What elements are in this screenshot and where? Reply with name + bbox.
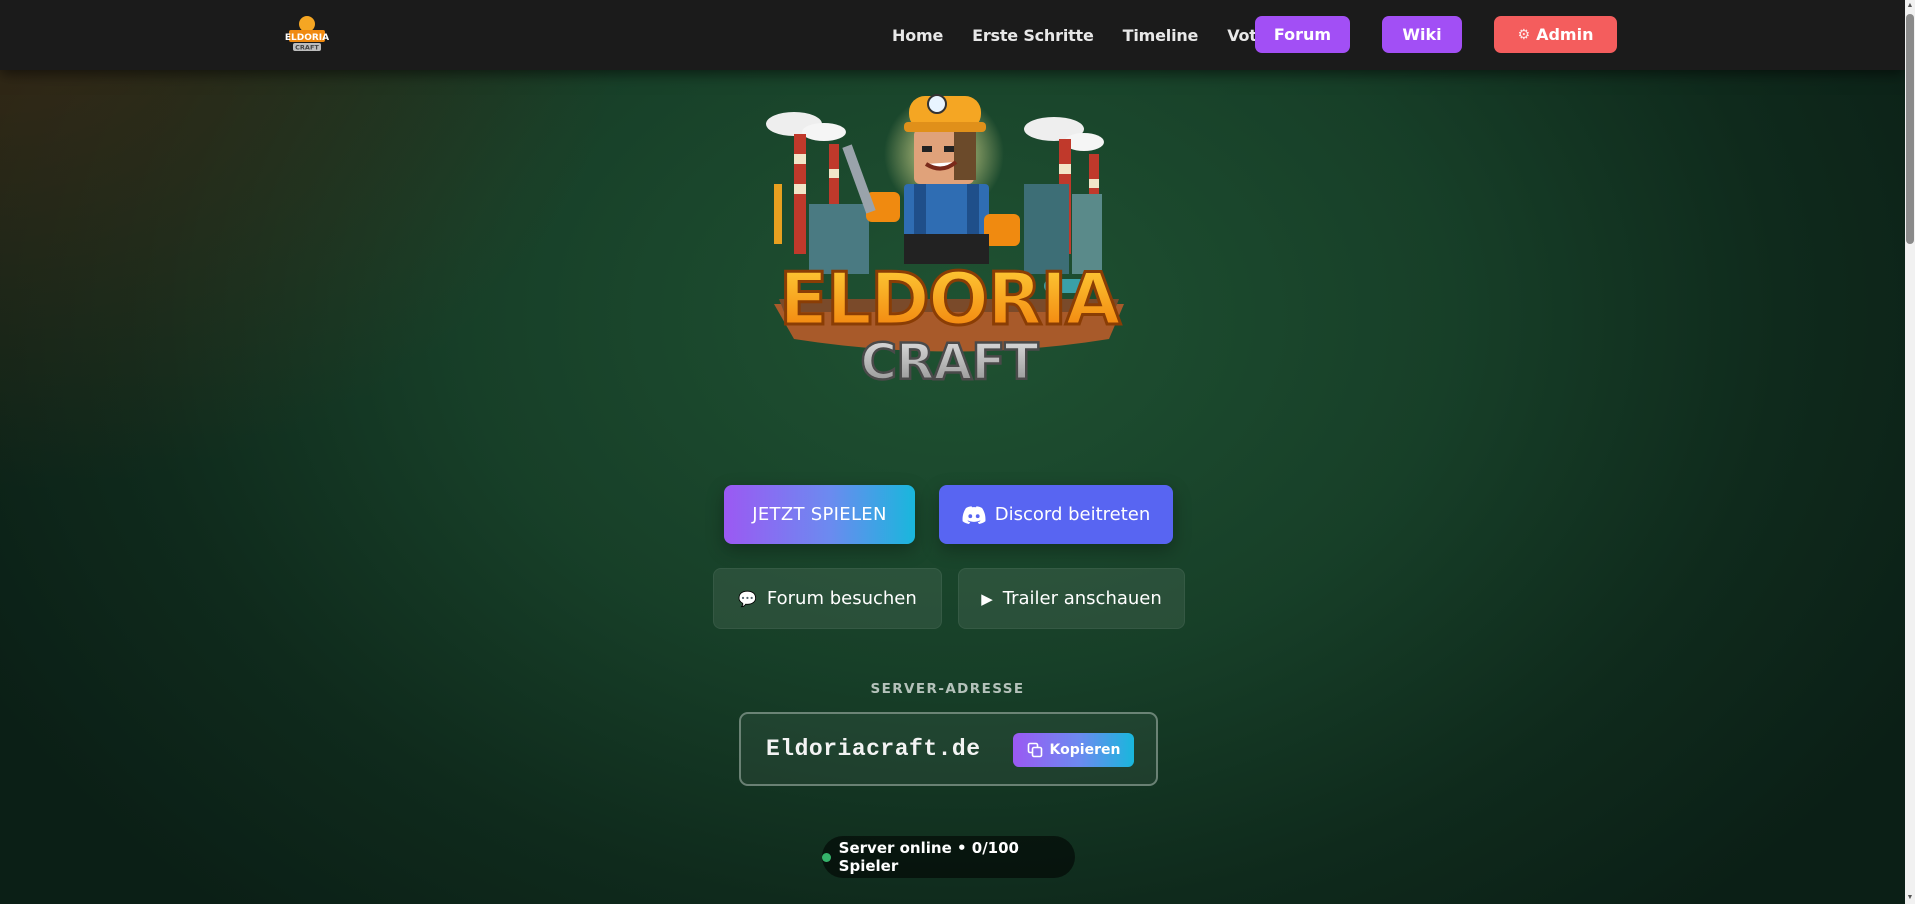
server-address-text[interactable]: Eldoriacraft.de	[766, 736, 981, 762]
site-logo[interactable]: ELDORIA CRAFT	[283, 14, 331, 56]
speech-bubble-icon: 💬	[738, 589, 757, 608]
scroll-down-arrow-icon[interactable]: ▼	[1906, 893, 1914, 903]
nav-erste-schritte[interactable]: Erste Schritte	[972, 26, 1094, 45]
copy-icon	[1027, 742, 1042, 758]
nav-wiki-button[interactable]: Wiki	[1382, 16, 1462, 53]
logo-craft-text: CRAFT	[860, 333, 1038, 391]
discord-icon	[962, 505, 986, 524]
scrollbar-thumb[interactable]	[1906, 14, 1914, 244]
page-scrollbar[interactable]: ▲ ▼	[1905, 0, 1915, 904]
server-address-box: Eldoriacraft.de Kopieren	[739, 712, 1158, 786]
play-icon: ▶	[981, 589, 993, 608]
online-indicator	[822, 852, 831, 862]
nav-timeline[interactable]: Timeline	[1123, 26, 1199, 45]
server-status-text: Server online • 0/100 Spieler	[838, 839, 1019, 875]
scroll-up-arrow-icon[interactable]: ▲	[1906, 1, 1914, 11]
svg-text:CRAFT: CRAFT	[295, 44, 319, 52]
forum-visit-label: Forum besuchen	[766, 588, 917, 609]
play-now-button[interactable]: JETZT SPIELEN	[724, 485, 915, 544]
svg-text:ELDORIA: ELDORIA	[285, 33, 329, 43]
copy-label: Kopieren	[1049, 742, 1121, 758]
nav-admin-button[interactable]: ⚙ Admin	[1494, 16, 1617, 53]
top-navbar: ELDORIA CRAFT Home Erste Schritte Timeli…	[0, 0, 1905, 70]
logo-eldoria-text: ELDORIA	[779, 257, 1121, 341]
discord-join-button[interactable]: Discord beitreten	[939, 485, 1173, 544]
admin-label: Admin	[1536, 25, 1594, 44]
gear-icon: ⚙	[1517, 26, 1531, 43]
nav-forum-button[interactable]: Forum	[1255, 16, 1350, 53]
hero-logo: ELDORIA CRAFT	[766, 94, 1125, 392]
nav-home[interactable]: Home	[892, 26, 943, 45]
discord-label: Discord beitreten	[994, 504, 1151, 525]
server-status-badge: Server online • 0/100 Spieler	[822, 836, 1075, 878]
forum-visit-button[interactable]: 💬 Forum besuchen	[713, 568, 942, 629]
server-address-label: SERVER-ADRESSE	[870, 681, 1025, 697]
copy-address-button[interactable]: Kopieren	[1013, 733, 1134, 767]
trailer-button[interactable]: ▶ Trailer anschauen	[958, 568, 1185, 629]
trailer-label: Trailer anschauen	[1002, 588, 1162, 609]
